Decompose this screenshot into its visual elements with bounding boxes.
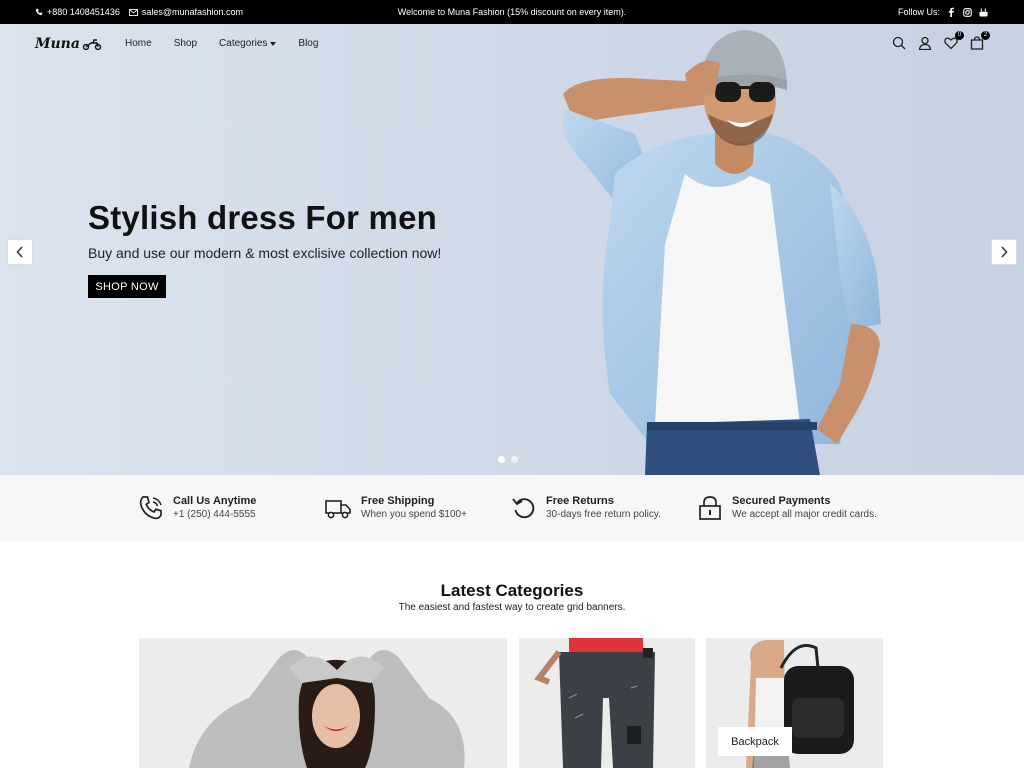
chevron-right-icon — [1001, 246, 1008, 258]
nav-shop[interactable]: Shop — [174, 38, 197, 49]
hero-slider: Muna Home Shop Categories Blog 0 2 Styli… — [0, 24, 1024, 475]
hero-subtitle: Buy and use our modern & most exclisive … — [88, 245, 442, 261]
nav-home[interactable]: Home — [125, 38, 152, 49]
search-icon[interactable] — [892, 36, 906, 50]
feature-title: Call Us Anytime — [173, 495, 257, 507]
section-title: Latest Categories — [440, 581, 584, 600]
follow-label: Follow Us: — [897, 7, 940, 17]
phone-icon — [35, 8, 43, 16]
header-icons: 0 2 — [892, 31, 990, 51]
slider-dot-2[interactable] — [511, 456, 518, 463]
feature-title: Secured Payments — [732, 495, 831, 507]
main-nav: Home Shop Categories Blog — [125, 38, 318, 49]
features-strip: Call Us Anytime +1 (250) 444-5555 Free S… — [0, 475, 1024, 541]
feature-payments: Secured Payments We accept all major cre… — [697, 495, 877, 521]
phone-text: +880 1408451436 — [47, 7, 120, 17]
feature-desc: 30-days free return policy. — [546, 509, 661, 520]
site-logo[interactable]: Muna — [35, 36, 102, 52]
shop-now-button[interactable]: SHOP NOW — [88, 275, 166, 298]
envelope-icon — [128, 8, 138, 16]
category-card-women[interactable] — [139, 638, 507, 768]
nav-blog[interactable]: Blog — [298, 38, 318, 49]
user-icon[interactable] — [918, 36, 932, 51]
email-text: sales@munafashion.com — [141, 7, 244, 17]
youtube-icon[interactable] — [978, 7, 988, 17]
facebook-icon[interactable] — [946, 7, 956, 17]
feature-desc: When you spend $100+ — [361, 509, 467, 520]
category-card-backpack[interactable]: Backpack — [706, 638, 883, 768]
feature-shipping: Free Shipping When you spend $100+ — [324, 495, 467, 521]
nav-categories-label: Categories — [219, 38, 268, 49]
cart-bag-icon[interactable]: 2 — [970, 31, 990, 50]
main-header: Muna Home Shop Categories Blog 0 2 — [0, 24, 1024, 64]
caret-down-icon — [270, 41, 277, 46]
logo-text: Muna — [35, 36, 80, 52]
feature-desc: We accept all major credit cards. — [732, 509, 877, 520]
instagram-icon[interactable] — [962, 7, 972, 17]
nav-categories[interactable]: Categories — [219, 38, 277, 49]
slider-next-button[interactable] — [991, 239, 1017, 265]
top-bar: +880 1408451436 sales@munafashion.com We… — [0, 0, 1024, 24]
feature-desc: +1 (250) 444-5555 — [173, 509, 256, 520]
feature-call: Call Us Anytime +1 (250) 444-5555 — [138, 495, 256, 521]
phone-contact[interactable]: +880 1408451436 — [35, 7, 120, 17]
feature-returns: Free Returns 30-days free return policy. — [511, 495, 661, 521]
category-image-sweater — [139, 638, 507, 768]
feature-title: Free Returns — [546, 495, 614, 507]
contact-info: +880 1408451436 sales@munafashion.com — [35, 0, 243, 24]
phone-icon — [139, 496, 162, 520]
truck-icon — [325, 500, 351, 519]
category-label-backpack[interactable]: Backpack — [718, 727, 792, 756]
category-card-jeans[interactable] — [519, 638, 695, 768]
slider-prev-button[interactable] — [7, 239, 33, 265]
hero-title: Stylish dress For men — [88, 199, 437, 236]
wishlist-count-badge: 0 — [955, 31, 964, 40]
slider-dots — [498, 456, 518, 463]
hero-model-image — [562, 30, 881, 475]
cart-count-badge: 2 — [981, 31, 990, 40]
chevron-left-icon — [16, 246, 23, 258]
return-icon — [512, 498, 535, 519]
wishlist-heart-icon[interactable]: 0 — [944, 31, 964, 50]
slider-dot-1[interactable] — [498, 456, 505, 463]
lock-icon — [699, 496, 721, 520]
category-image-jeans — [519, 638, 695, 768]
section-subtitle: The easiest and fastest way to create gr… — [398, 602, 626, 613]
scooter-logo-icon — [82, 38, 102, 50]
feature-title: Free Shipping — [361, 495, 435, 507]
email-contact[interactable]: sales@munafashion.com — [128, 7, 244, 17]
follow-us: Follow Us: — [898, 0, 988, 24]
